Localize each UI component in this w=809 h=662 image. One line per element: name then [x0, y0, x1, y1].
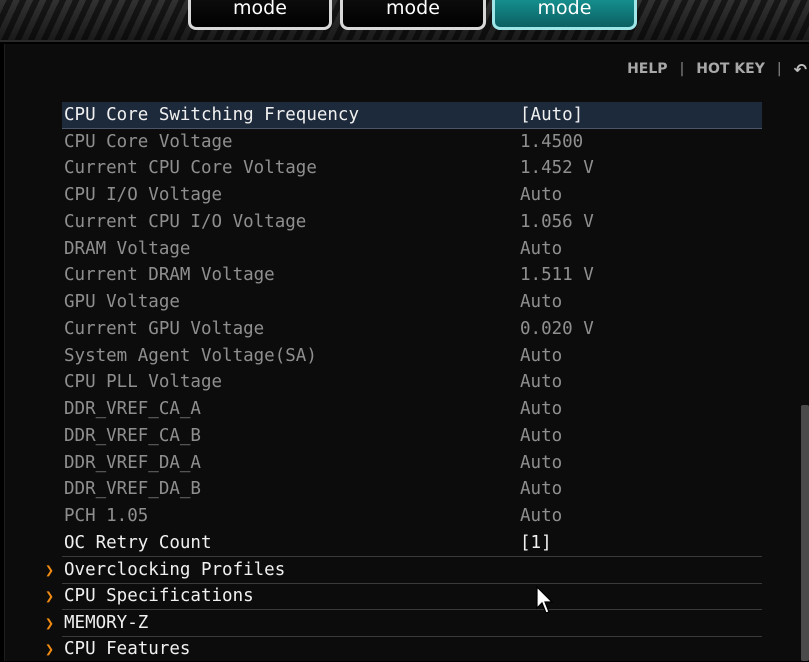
- setting-label: CPU Core Voltage: [64, 132, 233, 152]
- setting-row-current-cpu-core-voltage: Current CPU Core Voltage 1.452 V: [62, 155, 762, 181]
- setting-label: System Agent Voltage(SA): [64, 346, 317, 366]
- setting-row-ddr-vref-da-a: DDR_VREF_DA_A Auto: [62, 450, 762, 476]
- setting-row-cpu-io-voltage: CPU I/O Voltage Auto: [62, 182, 762, 208]
- mode-tab-label: mode: [233, 0, 287, 19]
- setting-value: 1.511 V: [520, 265, 594, 285]
- submenu-label: MEMORY-Z: [64, 613, 149, 633]
- setting-row-cpu-pll-voltage: CPU PLL Voltage Auto: [62, 369, 762, 395]
- setting-value: Auto: [520, 292, 563, 312]
- setting-label: DDR_VREF_CA_B: [64, 426, 201, 446]
- setting-label: DRAM Voltage: [64, 239, 191, 259]
- setting-row-pch-1-05: PCH 1.05 Auto: [62, 503, 762, 529]
- help-separator: |: [679, 61, 685, 77]
- help-link[interactable]: HELP: [627, 61, 667, 77]
- hotkey-link[interactable]: HOT KEY: [696, 61, 765, 77]
- submenu-memory-z[interactable]: MEMORY-Z: [62, 610, 762, 637]
- chevron-right-icon: ❯: [45, 587, 55, 605]
- submenu-label: Overclocking Profiles: [64, 560, 286, 580]
- setting-value: Auto: [520, 185, 563, 205]
- mode-tab-2[interactable]: mode: [340, 0, 486, 30]
- back-arrow-icon[interactable]: ↶: [794, 60, 807, 79]
- setting-value: Auto: [520, 346, 563, 366]
- setting-value: 1.452 V: [520, 158, 594, 178]
- submenu-overclocking-profiles[interactable]: Overclocking Profiles: [62, 557, 762, 584]
- setting-label: Current DRAM Voltage: [64, 265, 275, 285]
- setting-value: Auto: [520, 479, 563, 499]
- setting-label: CPU Core Switching Frequency: [64, 105, 360, 125]
- setting-value[interactable]: [1]: [520, 530, 552, 556]
- setting-value: 1.056 V: [520, 212, 594, 232]
- setting-row-current-dram-voltage: Current DRAM Voltage 1.511 V: [62, 262, 762, 288]
- setting-label: Current CPU I/O Voltage: [64, 212, 307, 232]
- setting-value: Auto: [520, 399, 563, 419]
- setting-label: DDR_VREF_CA_A: [64, 399, 201, 419]
- setting-label: DDR_VREF_DA_B: [64, 479, 201, 499]
- setting-row-gpu-voltage: GPU Voltage Auto: [62, 289, 762, 315]
- setting-row-system-agent-voltage: System Agent Voltage(SA) Auto: [62, 343, 762, 369]
- setting-label: GPU Voltage: [64, 292, 180, 312]
- chevron-right-icon: ❯: [45, 614, 55, 632]
- setting-row-current-gpu-voltage: Current GPU Voltage 0.020 V: [62, 316, 762, 342]
- setting-label: CPU I/O Voltage: [64, 185, 223, 205]
- setting-row-ddr-vref-ca-b: DDR_VREF_CA_B Auto: [62, 423, 762, 449]
- scrollbar-thumb[interactable]: [801, 405, 809, 661]
- help-separator: |: [776, 61, 782, 77]
- mode-tab-3-active[interactable]: mode: [492, 0, 637, 30]
- mode-tab-1[interactable]: mode: [188, 0, 332, 30]
- setting-row-ddr-vref-ca-a: DDR_VREF_CA_A Auto: [62, 396, 762, 422]
- setting-row-cpu-core-switching-frequency[interactable]: CPU Core Switching Frequency [Auto]: [62, 102, 762, 129]
- setting-row-current-cpu-io-voltage: Current CPU I/O Voltage 1.056 V: [62, 209, 762, 235]
- setting-label: CPU PLL Voltage: [64, 372, 223, 392]
- chevron-right-icon: ❯: [45, 640, 55, 658]
- setting-value: 1.4500: [520, 132, 584, 152]
- setting-value: Auto: [520, 372, 563, 392]
- setting-value: Auto: [520, 239, 563, 259]
- setting-value[interactable]: [Auto]: [520, 102, 583, 128]
- submenu-cpu-features[interactable]: CPU Features: [62, 636, 762, 662]
- setting-row-dram-voltage: DRAM Voltage Auto: [62, 236, 762, 262]
- setting-value: 0.020 V: [520, 319, 594, 339]
- submenu-label: CPU Specifications: [64, 586, 254, 606]
- setting-row-ddr-vref-da-b: DDR_VREF_DA_B Auto: [62, 476, 762, 502]
- mode-tab-label: mode: [386, 0, 440, 19]
- setting-value: Auto: [520, 453, 563, 473]
- setting-label: OC Retry Count: [64, 533, 212, 553]
- setting-label: Current GPU Voltage: [64, 319, 265, 339]
- setting-label: DDR_VREF_DA_A: [64, 453, 201, 473]
- setting-label: Current CPU Core Voltage: [64, 158, 317, 178]
- submenu-label: CPU Features: [64, 639, 191, 659]
- chevron-right-icon: ❯: [45, 561, 55, 579]
- setting-row-oc-retry-count[interactable]: OC Retry Count [1]: [62, 530, 762, 557]
- mode-tab-label: mode: [537, 0, 592, 19]
- submenu-cpu-specifications[interactable]: CPU Specifications: [62, 583, 762, 610]
- mouse-cursor-icon: [536, 586, 554, 614]
- help-bar: HELP | HOT KEY | ↶: [627, 60, 809, 79]
- setting-value: Auto: [520, 426, 563, 446]
- setting-label: PCH 1.05: [64, 506, 149, 526]
- setting-row-cpu-core-voltage: CPU Core Voltage 1.4500: [62, 129, 762, 155]
- setting-value: Auto: [520, 506, 563, 526]
